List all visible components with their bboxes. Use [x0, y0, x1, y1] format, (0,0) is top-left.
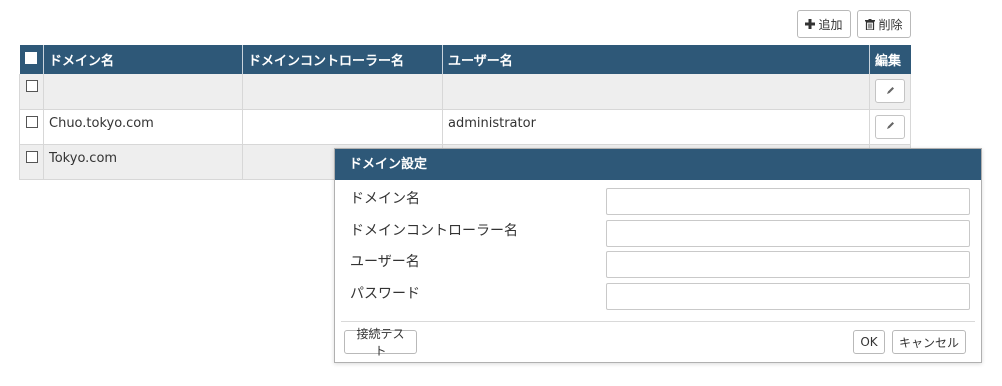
password-input[interactable]: [606, 283, 970, 310]
column-header-edit: 編集: [869, 45, 911, 74]
edit-button[interactable]: [875, 114, 905, 139]
user-name-input[interactable]: [606, 251, 970, 278]
delete-button[interactable]: 削除: [857, 10, 911, 38]
column-header-user[interactable]: ユーザー名: [442, 45, 870, 74]
edit-button[interactable]: [875, 79, 905, 103]
dialog-title: ドメイン設定: [335, 149, 981, 180]
field-row-password: パスワード: [335, 282, 981, 310]
domain-cell: Tokyo.com: [43, 144, 243, 180]
connection-test-button[interactable]: 接続テスト: [344, 327, 417, 358]
column-header-domain[interactable]: ドメイン名: [43, 45, 243, 74]
dialog-divider: [341, 321, 975, 322]
field-row-controller: ドメインコントローラー名: [335, 219, 981, 247]
row-checkbox[interactable]: [25, 80, 38, 92]
controller-cell: [242, 109, 443, 145]
domain-cell: Chuo.tokyo.com: [43, 109, 243, 145]
user-name-label: ユーザー名: [350, 254, 420, 270]
controller-name-input[interactable]: [606, 220, 970, 247]
plus-icon: [805, 19, 816, 29]
row-checkbox-cell: [19, 144, 44, 180]
select-all-cell: [19, 45, 44, 74]
field-row-user: ユーザー名: [335, 250, 981, 278]
add-button[interactable]: 追加: [797, 10, 851, 38]
domain-name-label: ドメイン名: [350, 191, 420, 207]
pencil-icon: [886, 119, 895, 134]
edit-cell: [869, 109, 911, 145]
field-row-domain: ドメイン名: [335, 187, 981, 215]
controller-name-label: ドメインコントローラー名: [350, 223, 518, 239]
table-row[interactable]: [19, 74, 911, 110]
table-row[interactable]: Chuo.tokyo.com administrator: [19, 109, 911, 145]
ok-button[interactable]: OK: [853, 330, 885, 354]
row-checkbox-cell: [19, 74, 44, 110]
edit-cell: [869, 74, 911, 110]
pencil-icon: [886, 84, 895, 99]
row-checkbox-cell: [19, 109, 44, 145]
controller-cell: [242, 74, 443, 110]
table-header-row: ドメイン名 ドメインコントローラー名 ユーザー名 編集: [19, 45, 911, 74]
domain-settings-dialog: ドメイン設定 ドメイン名 ドメインコントローラー名 ユーザー名 パスワード 接続…: [334, 148, 982, 363]
domain-cell: [43, 74, 243, 110]
row-checkbox[interactable]: [25, 150, 38, 163]
column-header-controller[interactable]: ドメインコントローラー名: [242, 45, 443, 74]
row-checkbox[interactable]: [25, 115, 38, 128]
password-label: パスワード: [350, 286, 420, 302]
delete-button-label: 削除: [878, 17, 903, 32]
cancel-button[interactable]: キャンセル: [892, 330, 966, 354]
user-cell: administrator: [442, 109, 870, 145]
add-button-label: 追加: [818, 17, 843, 32]
trash-icon: [865, 18, 876, 30]
domain-name-input[interactable]: [606, 188, 970, 215]
user-cell: [442, 74, 870, 110]
select-all-checkbox[interactable]: [25, 52, 38, 64]
